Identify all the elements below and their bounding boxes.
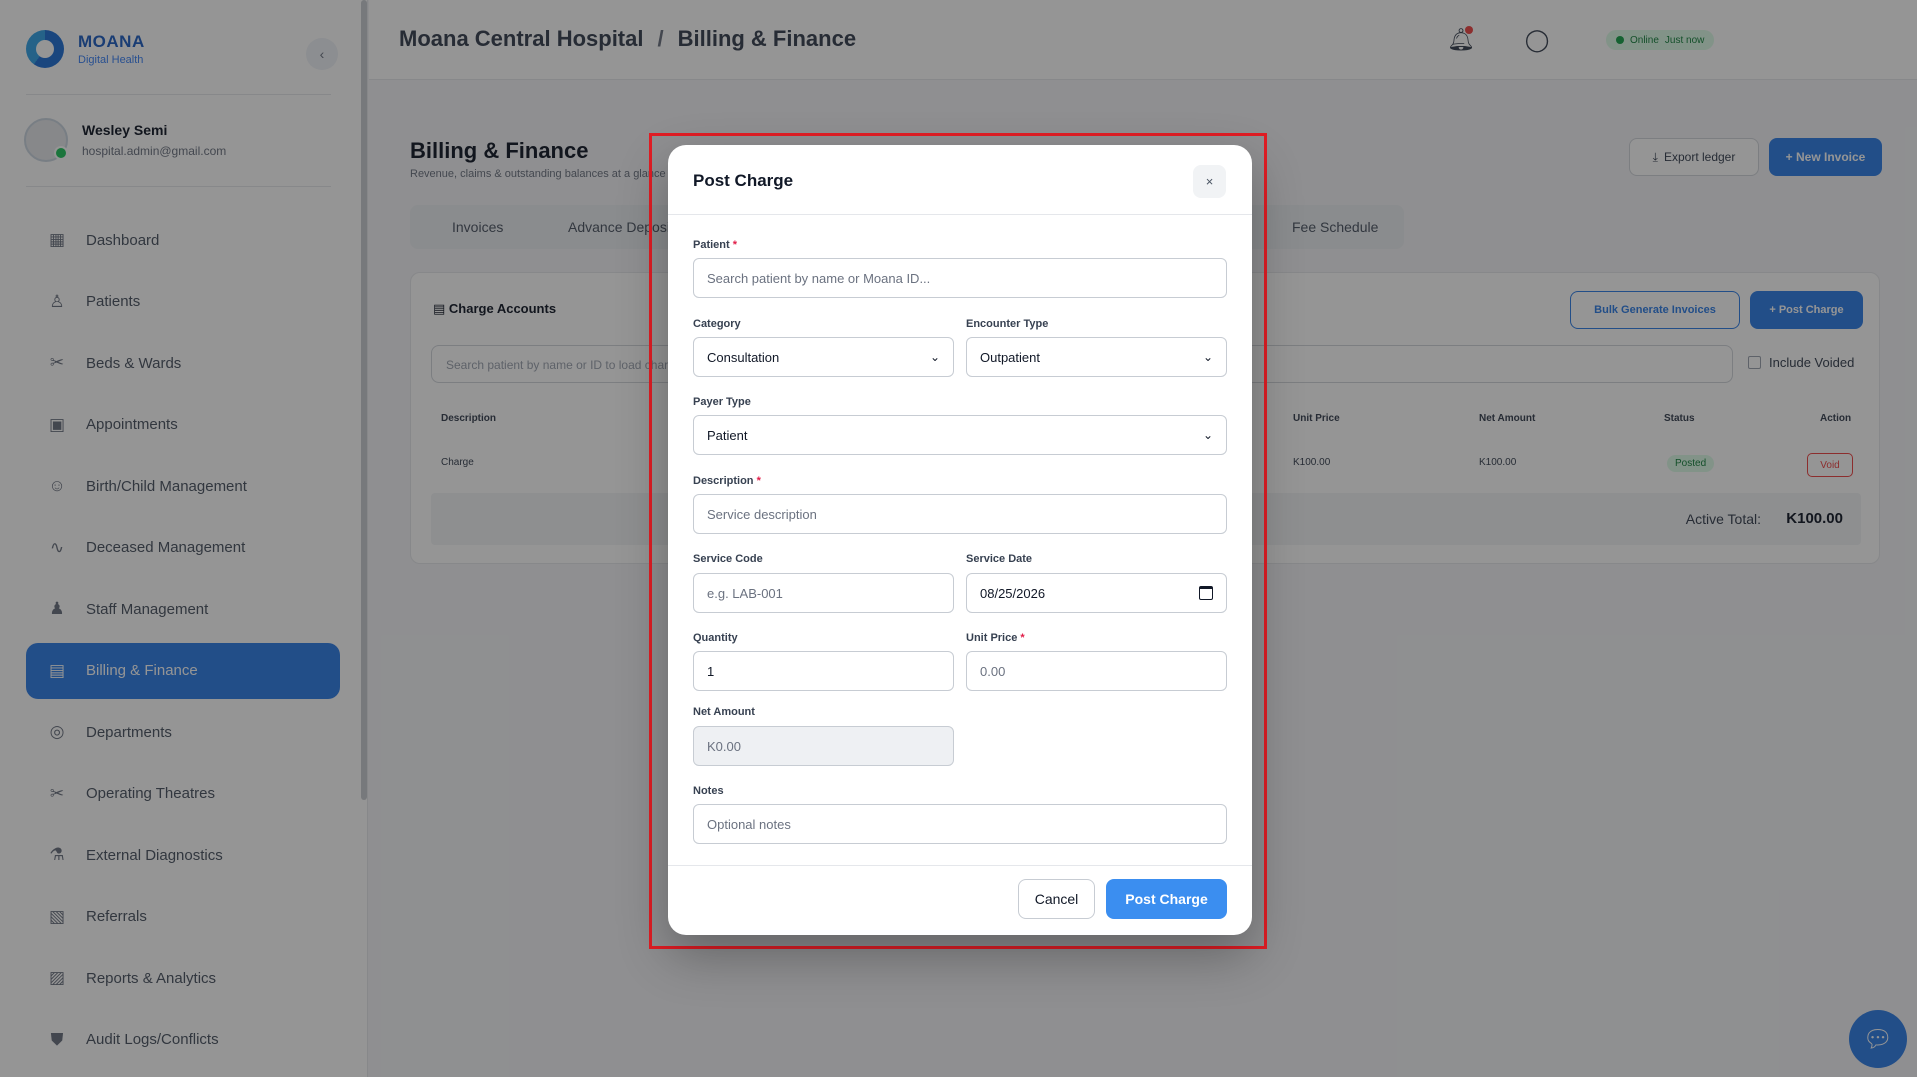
net-amount-value: K0.00: [707, 738, 741, 754]
net-amount-label: Net Amount: [693, 706, 755, 718]
service-date-input[interactable]: 08/25/2026: [966, 573, 1227, 613]
calendar-icon[interactable]: [1199, 586, 1213, 600]
required-mark: *: [732, 239, 738, 251]
unit-price-input[interactable]: 0.00: [966, 651, 1227, 691]
payer-type-label: Payer Type: [693, 396, 751, 408]
encounter-type-label: Encounter Type: [966, 318, 1049, 330]
quantity-input[interactable]: 1: [693, 651, 954, 691]
unit-price-label: Unit Price *: [966, 632, 1025, 644]
payer-type-select[interactable]: Patient ⌄: [693, 415, 1227, 455]
description-placeholder: Service description: [707, 506, 817, 522]
category-label: Category: [693, 318, 741, 330]
service-date-value: 08/25/2026: [980, 585, 1046, 601]
patient-placeholder: Search patient by name or Moana ID...: [707, 270, 931, 286]
chevron-down-icon: ⌄: [1202, 350, 1213, 364]
description-input[interactable]: Service description: [693, 494, 1227, 534]
category-value: Consultation: [707, 349, 780, 365]
payer-value: Patient: [707, 427, 748, 443]
chevron-down-icon: ⌄: [1202, 428, 1213, 442]
description-label: Description *: [693, 475, 761, 487]
post-charge-button[interactable]: Post Charge: [1106, 879, 1227, 919]
quantity-label: Quantity: [693, 632, 738, 644]
net-amount-field: K0.00: [693, 726, 954, 766]
unit-price-label-text: Unit Price: [966, 632, 1018, 644]
notes-placeholder: Optional notes: [707, 816, 791, 832]
patient-search-input[interactable]: Search patient by name or Moana ID...: [693, 258, 1227, 298]
close-button[interactable]: ×: [1193, 165, 1226, 198]
encounter-type-select[interactable]: Outpatient ⌄: [966, 337, 1227, 377]
close-icon: ×: [1205, 174, 1214, 189]
modal-footer: Cancel Post Charge: [668, 865, 1252, 935]
patient-label: Patient *: [693, 239, 737, 251]
notes-input[interactable]: Optional notes: [693, 804, 1227, 844]
category-select[interactable]: Consultation ⌄: [693, 337, 954, 377]
required-mark: *: [1020, 632, 1025, 644]
patient-label-text: Patient: [693, 239, 730, 251]
quantity-value: 1: [707, 663, 715, 679]
service-code-placeholder: e.g. LAB-001: [707, 585, 783, 601]
cancel-button[interactable]: Cancel: [1018, 879, 1095, 919]
modal-title: Post Charge: [693, 171, 794, 190]
encounter-value: Outpatient: [980, 349, 1040, 365]
chevron-down-icon: ⌄: [929, 350, 940, 364]
unit-price-placeholder: 0.00: [980, 663, 1006, 679]
notes-label: Notes: [693, 785, 724, 797]
service-code-label: Service Code: [693, 553, 763, 565]
service-code-input[interactable]: e.g. LAB-001: [693, 573, 954, 613]
post-charge-modal: Post Charge × Patient * Search patient b…: [668, 145, 1252, 935]
modal-header: Post Charge ×: [668, 145, 1252, 215]
service-date-label: Service Date: [966, 553, 1033, 565]
required-mark: *: [756, 475, 761, 487]
description-label-text: Description: [693, 475, 754, 487]
